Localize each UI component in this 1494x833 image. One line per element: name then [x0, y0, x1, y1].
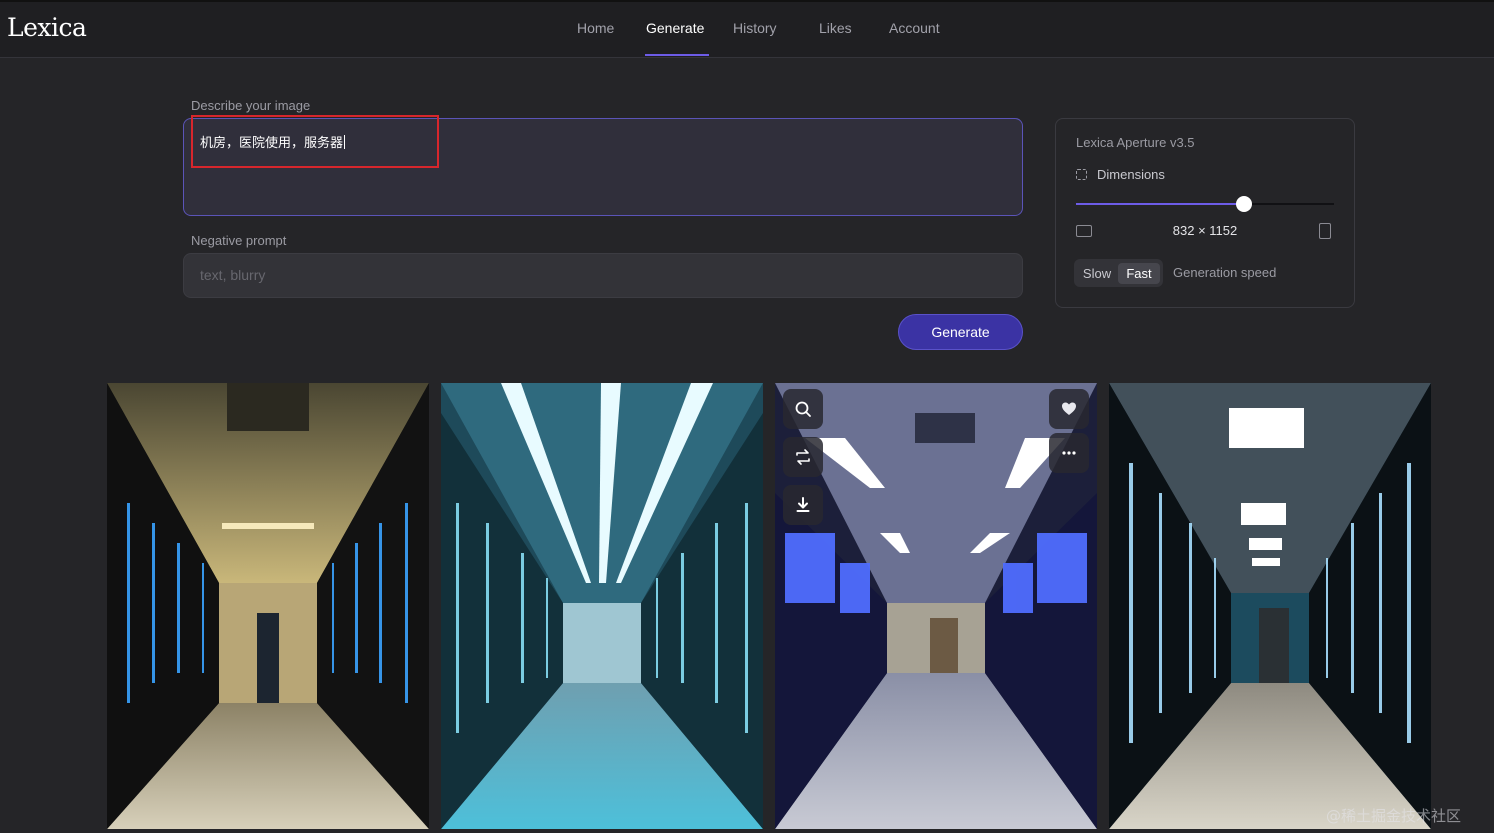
variations-button[interactable] — [783, 437, 823, 477]
nav-account[interactable]: Account — [889, 20, 940, 36]
zoom-button[interactable] — [783, 389, 823, 429]
aspect-slider-fill — [1076, 203, 1244, 205]
model-selector[interactable]: Lexica Aperture v3.5 — [1076, 135, 1195, 150]
dimensions-value: 832 × 1152 — [1172, 223, 1238, 238]
heart-icon — [1062, 402, 1076, 415]
generation-speed-label: Generation speed — [1173, 265, 1277, 280]
watermark: @稀土掘金技术社区 — [1326, 807, 1462, 825]
negative-prompt-input[interactable] — [183, 253, 1023, 298]
lexica-logo[interactable]: Lexica — [7, 13, 87, 42]
search-icon — [795, 401, 811, 417]
more-options-button[interactable] — [1049, 433, 1089, 473]
result-image-2[interactable] — [441, 383, 763, 829]
negative-prompt-label: Negative prompt — [191, 233, 287, 248]
result-image-1[interactable] — [107, 383, 429, 829]
aspect-slider-thumb[interactable] — [1235, 196, 1252, 212]
prompt-label: Describe your image — [191, 98, 311, 113]
result-image-4[interactable] — [1109, 383, 1431, 829]
active-tab-indicator — [645, 54, 709, 56]
landscape-icon[interactable] — [1076, 225, 1092, 237]
generate-button[interactable]: Generate — [898, 314, 1023, 350]
dimensions-label: Dimensions — [1097, 167, 1165, 182]
red-annotation-box — [191, 115, 439, 168]
speed-slow-option[interactable]: Slow — [1078, 263, 1116, 284]
like-button[interactable] — [1049, 389, 1089, 429]
nav-history[interactable]: History — [733, 20, 777, 36]
nav-generate[interactable]: Generate — [646, 20, 704, 36]
download-icon — [796, 497, 810, 512]
portrait-icon[interactable] — [1319, 223, 1331, 239]
speed-fast-option[interactable]: Fast — [1118, 263, 1160, 284]
repeat-icon — [796, 449, 810, 465]
download-button[interactable] — [783, 485, 823, 525]
nav-home[interactable]: Home — [577, 20, 614, 36]
dimensions-row: Dimensions — [1076, 167, 1165, 182]
nav-likes[interactable]: Likes — [819, 20, 852, 36]
negative-prompt-placeholder: text, blurry — [200, 267, 266, 283]
result-image-3[interactable] — [775, 383, 1097, 829]
dimensions-icon — [1076, 169, 1087, 180]
more-icon — [1062, 451, 1076, 455]
